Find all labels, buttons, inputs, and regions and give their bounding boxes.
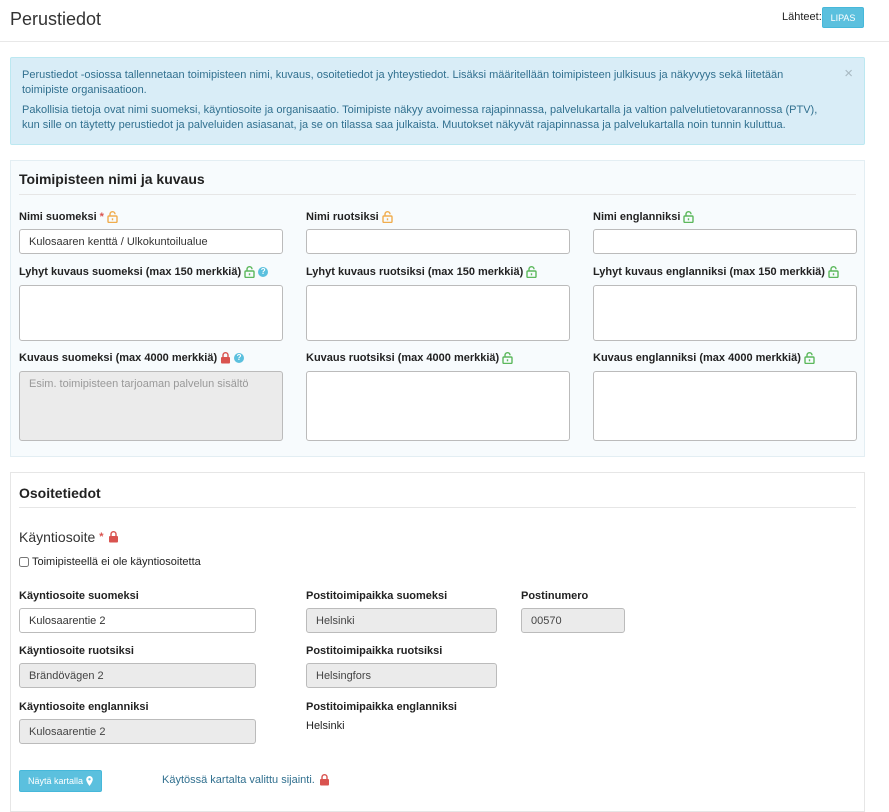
- divider: [19, 194, 856, 195]
- close-icon[interactable]: ×: [844, 66, 853, 81]
- sources-label: Lähteet:: [782, 11, 822, 23]
- info-alert: Perustiedot -osiossa tallennetaan toimip…: [10, 57, 865, 145]
- help-icon[interactable]: ?: [234, 353, 245, 363]
- required-marker: *: [99, 211, 104, 223]
- required-marker: *: [99, 531, 104, 543]
- city-sv-input[interactable]: [306, 663, 497, 688]
- desc-sv-label: Kuvaus ruotsiksi (max 4000 merkkiä): [306, 352, 513, 364]
- lock-open-icon: [526, 266, 537, 278]
- visiting-address-heading: Käyntiosoite *: [19, 529, 119, 545]
- short-desc-en-textarea[interactable]: [593, 285, 857, 341]
- city-en-label: Postitoimipaikka englanniksi: [306, 701, 457, 713]
- name-en-input[interactable]: [593, 229, 857, 254]
- address-panel-title: Osoitetiedot: [19, 485, 101, 501]
- map-location-note: Käytössä kartalta valittu sijainti.: [162, 774, 330, 786]
- street-fi-label: Käyntiosoite suomeksi: [19, 590, 139, 602]
- page-title: Perustiedot: [10, 9, 102, 29]
- no-address-checkbox-row[interactable]: Toimipisteellä ei ole käyntiosoitetta: [19, 556, 201, 568]
- lock-open-icon: [683, 211, 695, 223]
- no-address-checkbox-label: Toimipisteellä ei ole käyntiosoitetta: [32, 556, 201, 568]
- info-paragraph-1: Perustiedot -osiossa tallennetaan toimip…: [22, 69, 784, 96]
- lock-open-icon: [107, 211, 118, 223]
- short-desc-fi-textarea[interactable]: [19, 285, 283, 341]
- street-fi-input[interactable]: [19, 608, 256, 633]
- postal-code-label: Postinumero: [521, 590, 589, 602]
- desc-en-label: Kuvaus englanniksi (max 4000 merkkiä): [593, 352, 815, 364]
- city-sv-label: Postitoimipaikka ruotsiksi: [306, 645, 443, 657]
- lock-open-icon: [828, 266, 839, 278]
- city-fi-label: Postitoimipaikka suomeksi: [306, 590, 448, 602]
- no-address-checkbox[interactable]: [19, 557, 29, 567]
- desc-fi-label: Kuvaus suomeksi (max 4000 merkkiä) ?: [19, 352, 245, 364]
- lock-closed-icon: [221, 352, 231, 364]
- street-sv-input[interactable]: [19, 663, 256, 688]
- page-header: Perustiedot Lähteet: LIPAS: [0, 0, 889, 42]
- short-desc-en-label: Lyhyt kuvaus englanniksi (max 150 merkki…: [593, 266, 839, 278]
- desc-en-textarea[interactable]: [593, 371, 857, 441]
- help-icon[interactable]: ?: [258, 267, 269, 277]
- lock-open-icon: [244, 266, 255, 278]
- lock-open-icon: [804, 352, 815, 364]
- lock-closed-icon: [108, 531, 118, 543]
- city-fi-input[interactable]: [306, 608, 497, 633]
- address-panel: Osoitetiedot Käyntiosoite * Toimipisteel…: [10, 472, 865, 812]
- short-desc-sv-textarea[interactable]: [306, 285, 570, 341]
- street-en-input[interactable]: [19, 719, 256, 744]
- city-en-value: Helsinki: [306, 720, 345, 732]
- lock-open-icon: [382, 211, 393, 223]
- info-paragraph-2: Pakollisia tietoja ovat nimi suomeksi, k…: [22, 104, 818, 131]
- names-panel: Toimipisteen nimi ja kuvaus Nimi suomeks…: [10, 160, 865, 457]
- name-sv-label: Nimi ruotsiksi: [306, 211, 393, 223]
- lock-closed-icon: [319, 774, 329, 786]
- desc-sv-textarea[interactable]: [306, 371, 570, 441]
- short-desc-fi-label: Lyhyt kuvaus suomeksi (max 150 merkkiä) …: [19, 266, 269, 278]
- name-sv-input[interactable]: [306, 229, 570, 254]
- short-desc-sv-label: Lyhyt kuvaus ruotsiksi (max 150 merkkiä): [306, 266, 537, 278]
- show-on-map-button[interactable]: Näytä kartalla: [19, 770, 102, 792]
- street-en-label: Käyntiosoite englanniksi: [19, 701, 149, 713]
- divider: [19, 507, 856, 508]
- postal-code-input[interactable]: [521, 608, 625, 633]
- lock-open-icon: [502, 352, 513, 364]
- name-en-label: Nimi englanniksi: [593, 211, 695, 223]
- name-fi-input[interactable]: [19, 229, 283, 254]
- sources-badge-lipas[interactable]: LIPAS: [822, 7, 864, 28]
- name-fi-label: Nimi suomeksi *: [19, 211, 118, 223]
- desc-fi-textarea[interactable]: [19, 371, 283, 441]
- street-sv-label: Käyntiosoite ruotsiksi: [19, 645, 134, 657]
- map-pin-icon: [86, 776, 93, 786]
- names-panel-title: Toimipisteen nimi ja kuvaus: [19, 171, 205, 187]
